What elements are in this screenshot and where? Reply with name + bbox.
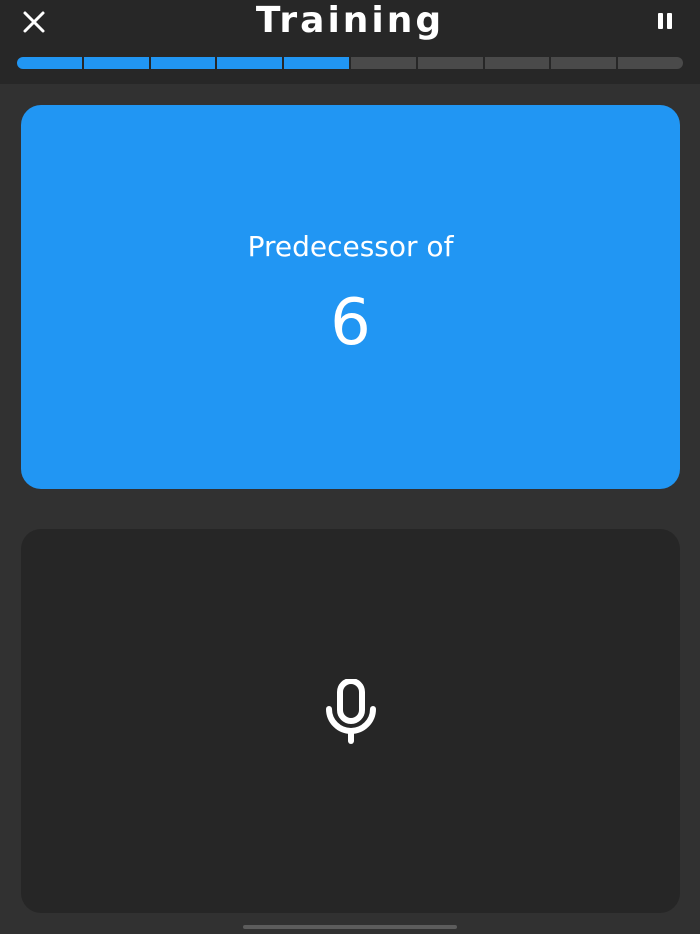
progress-segment — [417, 57, 483, 69]
progress-segment — [284, 57, 349, 69]
top-bar: Training — [0, 0, 700, 84]
progress-segment — [618, 57, 683, 69]
microphone-icon — [326, 679, 376, 744]
progress-segment — [551, 57, 617, 69]
question-card: Predecessor of 6 — [21, 105, 680, 489]
progress-segment — [350, 57, 416, 69]
progress-bar — [17, 57, 683, 69]
question-label: Predecessor of — [247, 230, 454, 263]
page-title: Training — [255, 0, 445, 41]
pause-icon — [658, 13, 672, 29]
home-indicator — [243, 925, 457, 929]
pause-button[interactable] — [654, 9, 678, 33]
voice-answer-button[interactable] — [21, 529, 680, 913]
progress-segment — [217, 57, 283, 69]
progress-segment — [83, 57, 149, 69]
progress-segment — [484, 57, 550, 69]
question-value: 6 — [330, 286, 371, 360]
progress-segment — [17, 57, 82, 69]
progress-segment — [150, 57, 216, 69]
